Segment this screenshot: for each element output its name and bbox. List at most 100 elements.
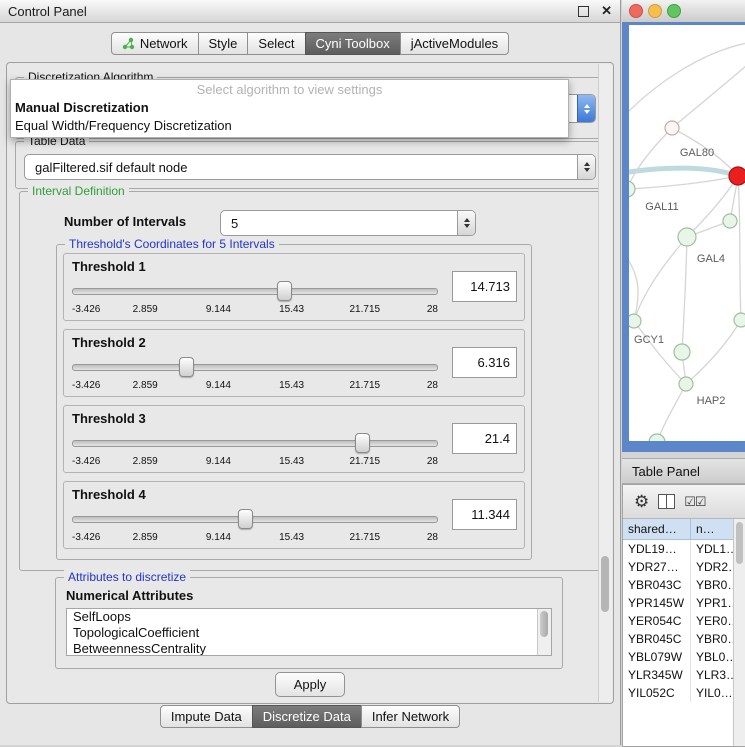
slider-thumb[interactable]: [277, 281, 292, 301]
algorithm-option[interactable]: Equal Width/Frequency Discretization: [11, 117, 568, 135]
panel-scrollbar[interactable]: [598, 64, 612, 702]
threshold-coordinates-group: Threshold's Coordinates for 5 Intervals …: [56, 244, 532, 560]
interval-definition-group: Interval Definition Number of Intervals …: [19, 191, 601, 571]
column-header[interactable]: shared…: [623, 519, 691, 540]
group-title: Interval Definition: [28, 184, 129, 198]
network-canvas[interactable]: GAL80GAL11GAL4GCY1HAP2: [629, 25, 745, 441]
network-node-hap2[interactable]: [679, 377, 693, 391]
apply-button[interactable]: Apply: [275, 672, 345, 697]
tick-label: 9.144: [206, 380, 231, 391]
bottom-tab-infer-network[interactable]: Infer Network: [361, 705, 460, 728]
tab-jactivemodules[interactable]: jActiveModules: [400, 32, 509, 55]
slider-thumb[interactable]: [179, 357, 194, 377]
network-node-gal11[interactable]: [629, 181, 635, 197]
threshold-label: Threshold 1: [72, 259, 146, 274]
network-node[interactable]: [674, 344, 690, 360]
columns-icon[interactable]: [658, 494, 675, 509]
network-node[interactable]: [649, 434, 665, 441]
tick-label: -3.426: [72, 304, 100, 315]
gear-icon[interactable]: ⚙: [634, 493, 649, 510]
node-label: GAL11: [645, 201, 678, 213]
table-cell: YPR145W: [623, 594, 691, 612]
attributes-scrollbar-thumb[interactable]: [540, 611, 548, 637]
table-cell: YBR045C: [623, 630, 691, 648]
table-row[interactable]: YER054CYER0…: [623, 612, 734, 630]
tick-label: 9.144: [206, 304, 231, 315]
network-tab-icon: [122, 37, 135, 50]
table-scrollbar[interactable]: [733, 519, 745, 746]
tab-cyni-toolbox[interactable]: Cyni Toolbox: [305, 32, 401, 55]
table-header-row: shared…n…: [623, 519, 734, 540]
table-cell: YIL0…: [691, 684, 734, 702]
network-edge: [629, 168, 738, 176]
attributes-scrollbar[interactable]: [537, 609, 551, 655]
table-scrollbar-thumb[interactable]: [736, 522, 743, 564]
table-row[interactable]: YBR045CYBR0…: [623, 630, 734, 648]
table-cell: YDL1…: [691, 540, 734, 558]
tick-label: 15.43: [279, 532, 304, 543]
select-columns-icon[interactable]: ☑☑: [684, 495, 705, 508]
combo-stepper-icon[interactable]: [457, 211, 475, 235]
number-of-intervals-combo[interactable]: 5: [220, 210, 476, 236]
table-cell: YDR2…: [691, 558, 734, 576]
bottom-tab-impute-data[interactable]: Impute Data: [160, 705, 253, 728]
network-node-gal4[interactable]: [678, 228, 696, 246]
tab-network[interactable]: Network: [111, 32, 199, 55]
threshold-value-box[interactable]: 6.316: [452, 347, 517, 378]
bottom-tab-discretize-data[interactable]: Discretize Data: [252, 705, 362, 728]
network-node[interactable]: [729, 167, 745, 185]
table-cell: YBL0…: [691, 648, 734, 666]
slider-thumb[interactable]: [238, 509, 253, 529]
table-row[interactable]: YIL052CYIL0…: [623, 684, 734, 702]
network-edge: [629, 128, 672, 189]
combo-stepper-icon[interactable]: [577, 155, 595, 179]
slider-track[interactable]: [72, 364, 438, 371]
table-toolbar: ⚙ ☑☑: [623, 485, 745, 519]
network-node[interactable]: [723, 214, 737, 228]
slider-track[interactable]: [72, 516, 438, 523]
tick-label: 2.859: [133, 532, 158, 543]
panel-scrollbar-thumb[interactable]: [601, 556, 609, 612]
algorithm-option[interactable]: Manual Discretization: [11, 99, 568, 117]
combo-stepper-icon[interactable]: [577, 95, 595, 122]
network-graph[interactable]: GAL80GAL11GAL4GCY1HAP2: [629, 25, 745, 441]
table-data-combo[interactable]: galFiltered.sif default node: [24, 154, 596, 180]
table-cell: YDL19…: [623, 540, 691, 558]
algorithm-dropdown-popup: Select algorithm to view settings Manual…: [10, 79, 569, 138]
minimize-traffic-light-icon[interactable]: [648, 4, 662, 18]
attribute-item[interactable]: SelfLoops: [67, 609, 551, 625]
threshold-value-box[interactable]: 21.4: [452, 423, 517, 454]
threshold-value-box[interactable]: 14.713: [452, 271, 517, 302]
slider-scale: -3.4262.8599.14415.4321.71528: [72, 456, 438, 468]
close-traffic-light-icon[interactable]: [629, 4, 643, 18]
table-cell: YBL079W: [623, 648, 691, 666]
table-row[interactable]: YDR27…YDR2…: [623, 558, 734, 576]
column-header[interactable]: n…: [691, 519, 734, 540]
tab-label: Network: [140, 36, 188, 51]
threshold-value-box[interactable]: 11.344: [452, 499, 517, 530]
zoom-traffic-light-icon[interactable]: [667, 4, 681, 18]
slider-thumb[interactable]: [355, 433, 370, 453]
close-window-icon[interactable]: ✕: [601, 3, 612, 19]
table-row[interactable]: YBR043CYBR0…: [623, 576, 734, 594]
table-row[interactable]: YBL079WYBL0…: [623, 648, 734, 666]
float-window-icon[interactable]: [578, 6, 589, 17]
tab-style[interactable]: Style: [198, 32, 249, 55]
network-node-gcy1[interactable]: [629, 314, 641, 328]
numerical-attributes-list[interactable]: SelfLoopsTopologicalCoefficientBetweenne…: [66, 608, 552, 656]
table-row[interactable]: YLR345WYLR3…: [623, 666, 734, 684]
attribute-item[interactable]: BetweennessCentrality: [67, 641, 551, 656]
tab-select[interactable]: Select: [247, 32, 305, 55]
threshold-block: Threshold 3-3.4262.8599.14415.4321.71528…: [63, 405, 525, 473]
slider-track[interactable]: [72, 440, 438, 447]
network-node-gal80[interactable]: [665, 121, 679, 135]
attribute-item[interactable]: TopologicalCoefficient: [67, 625, 551, 641]
table-row[interactable]: YPR145WYPR1…: [623, 594, 734, 612]
tab-label: jActiveModules: [411, 36, 498, 51]
threshold-block: Threshold 2-3.4262.8599.14415.4321.71528…: [63, 329, 525, 397]
node-label: GCY1: [634, 334, 664, 346]
slider-scale: -3.4262.8599.14415.4321.71528: [72, 304, 438, 316]
table-row[interactable]: YDL19…YDL1…: [623, 540, 734, 558]
slider-track[interactable]: [72, 288, 438, 295]
network-node[interactable]: [734, 313, 745, 327]
